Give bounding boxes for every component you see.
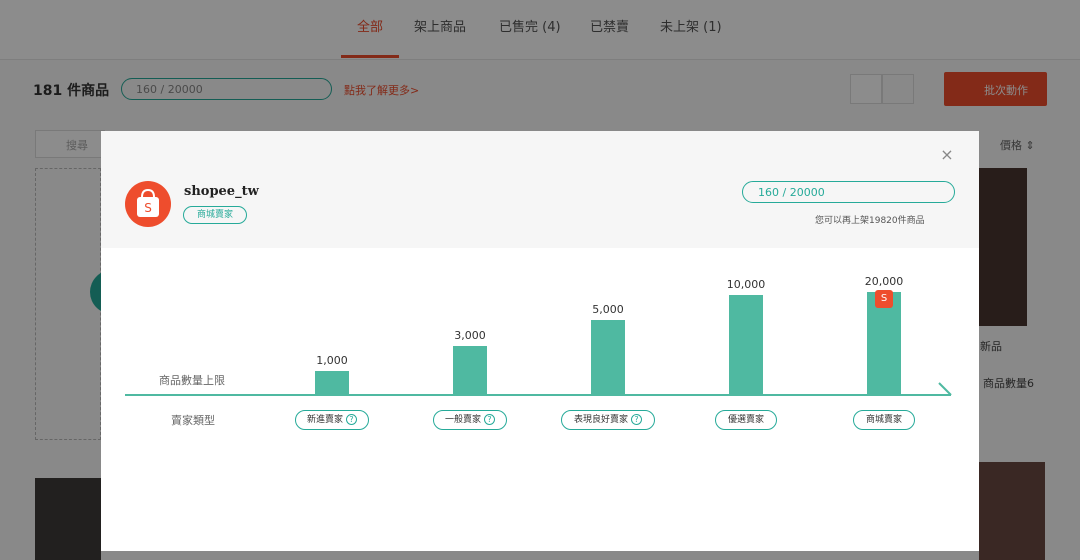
shop-avatar: S (125, 181, 171, 227)
help-icon[interactable]: ? (484, 414, 495, 425)
help-icon[interactable]: ? (346, 414, 357, 425)
row-label-type: 賣家類型 (171, 414, 215, 427)
seller-type-tag[interactable]: 商城賣家 (853, 410, 915, 430)
seller-type-tag[interactable]: 優選賣家 (715, 410, 777, 430)
svg-text:S: S (144, 201, 152, 215)
seller-type-label: 商城賣家 (865, 415, 902, 425)
shop-username: shopee_tw (184, 184, 259, 199)
axis-arrow-icon (938, 382, 952, 396)
seller-type-tag[interactable]: 新進賣家? (295, 410, 369, 430)
seller-type-label: 新進賣家 (306, 415, 343, 425)
bar-value-label: 20,000 (864, 275, 904, 288)
seller-type-label: 優選賣家 (727, 415, 764, 425)
seller-type-label: 一般賣家 (444, 415, 481, 425)
bar-value-label: 1,000 (316, 354, 348, 367)
bar-value-label: 5,000 (592, 303, 624, 316)
seller-tier-chart: 商品數量上限 賣家類型 1,000 新進賣家? 3,000 一般賣家? 5,000 表現良… (101, 248, 979, 551)
bar-2 (453, 346, 487, 394)
modal-header: × S shopee_tw 商城賣家 160 / 20000 您可以再上架198… (101, 131, 979, 248)
chart-axis (125, 394, 951, 396)
bar-4 (729, 295, 763, 394)
seller-tier-badge: 商城賣家 (183, 206, 247, 224)
bar-value-label: 10,000 (726, 278, 766, 291)
bar-1 (315, 371, 349, 394)
close-icon[interactable]: × (939, 147, 955, 163)
remaining-note: 您可以再上架19820件商品 (815, 216, 925, 226)
seller-type-tag[interactable]: 一般賣家? (433, 410, 507, 430)
shopee-bag-icon: S (875, 290, 893, 308)
row-label-limit: 商品數量上限 (159, 374, 225, 387)
bar-value-label: 3,000 (454, 329, 486, 342)
quota-bar: 160 / 20000 (742, 181, 955, 203)
seller-type-label: 表現良好賣家 (573, 415, 628, 425)
seller-tier-modal: × S shopee_tw 商城賣家 160 / 20000 您可以再上架198… (101, 131, 979, 551)
seller-type-tag[interactable]: 表現良好賣家? (561, 410, 655, 430)
bar-3 (591, 320, 625, 394)
help-icon[interactable]: ? (631, 414, 642, 425)
